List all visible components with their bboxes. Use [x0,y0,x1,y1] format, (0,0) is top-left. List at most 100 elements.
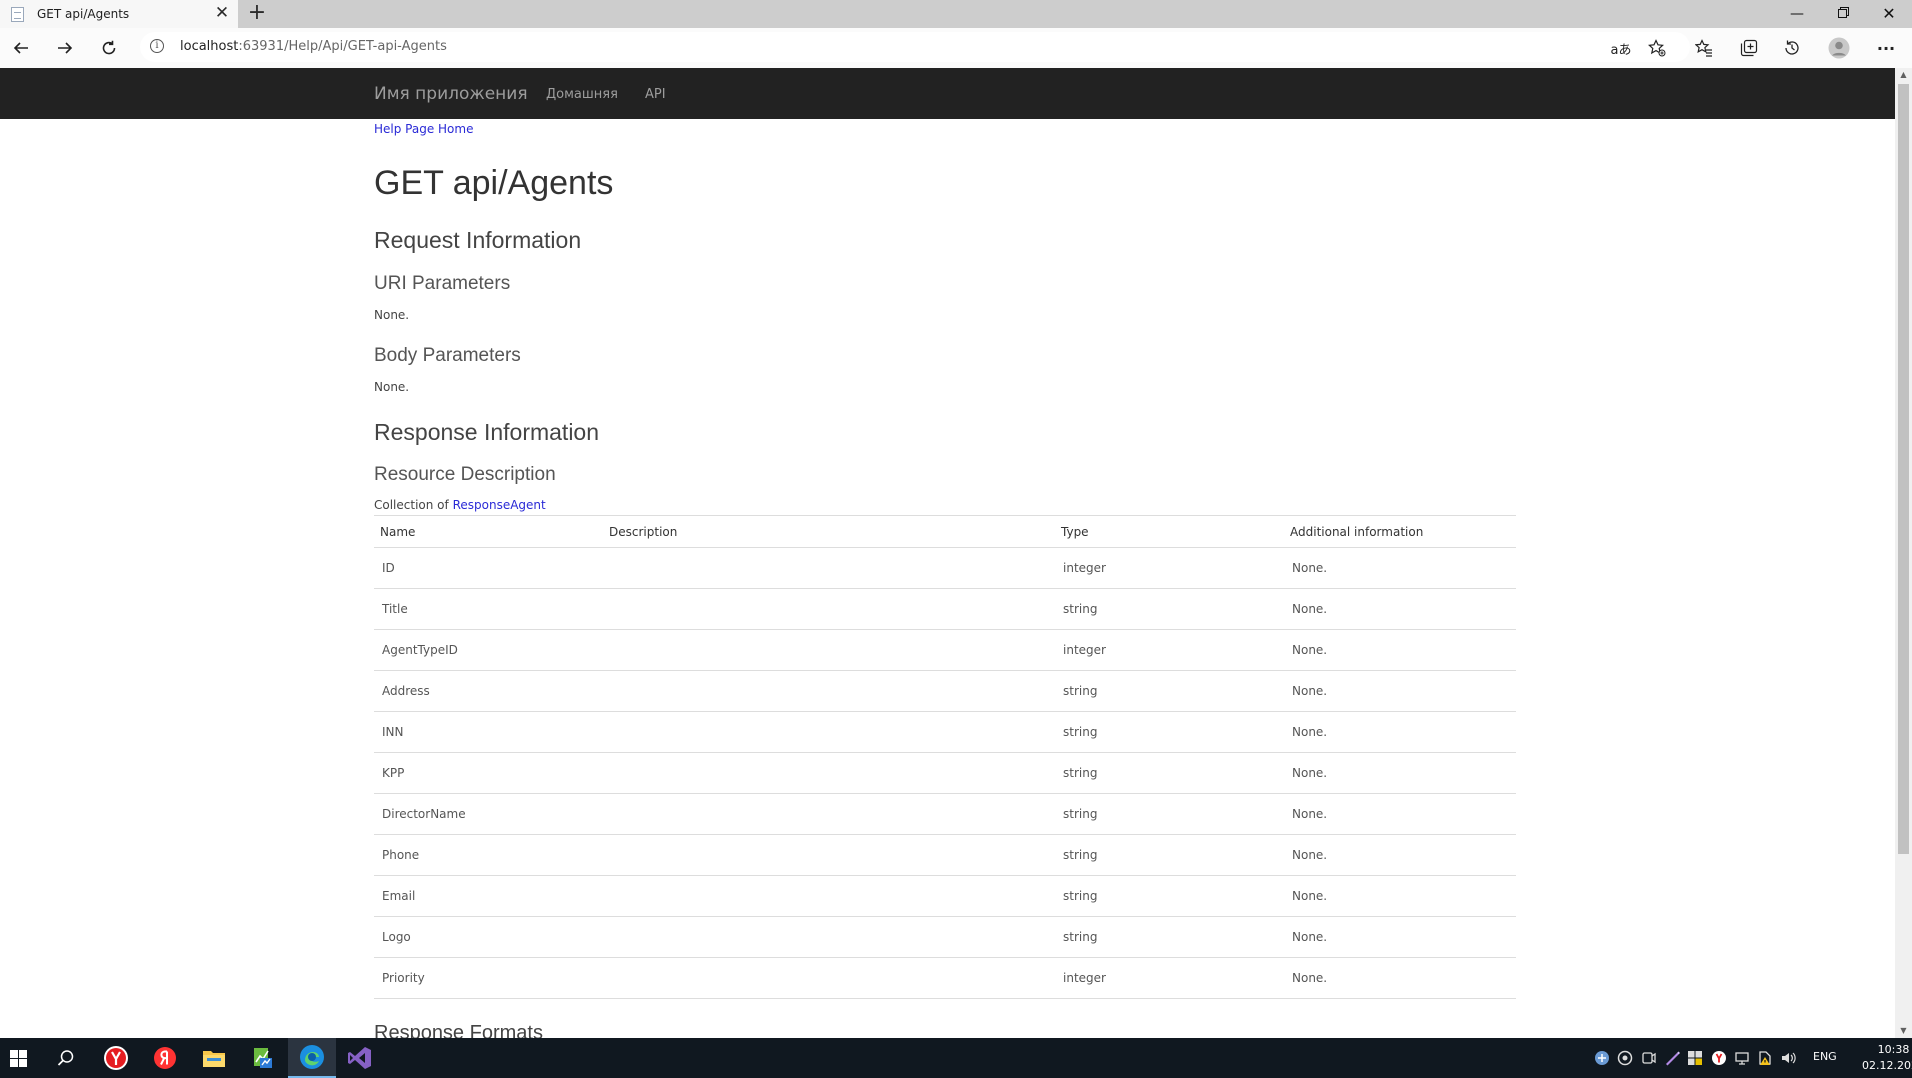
cell-description [603,793,1055,835]
collections-icon[interactable] [1731,28,1767,68]
more-menu-icon[interactable]: ··· [1868,28,1904,68]
edge-browser-icon[interactable] [288,1038,336,1078]
app-brand-link[interactable]: Имя приложения [374,84,528,104]
tab-title: GET api/Agents [37,7,130,21]
history-icon[interactable] [1774,28,1810,68]
help-page-home-link[interactable]: Help Page Home [374,122,473,136]
response-agent-link[interactable]: ResponseAgent [453,498,546,512]
tray-network-icon[interactable] [1733,1048,1751,1068]
table-row: Priority integer None. [374,957,1516,999]
cell-name: Phone [374,834,603,876]
body-parameters-value: None. [374,380,410,394]
cell-type: string [1055,875,1284,917]
cell-name: Email [374,875,603,917]
search-icon[interactable] [42,1038,90,1078]
cell-name: Title [374,588,603,630]
cell-name: DirectorName [374,793,603,835]
cell-type: integer [1055,629,1284,671]
cell-additional-information: None. [1284,916,1516,958]
cell-name: AgentTypeID [374,629,603,671]
cell-additional-information: None. [1284,547,1516,589]
cell-additional-information: None. [1284,629,1516,671]
site-info-icon[interactable]: i [150,39,164,53]
read-aloud-icon[interactable]: aあ [1603,28,1639,68]
scroll-up-arrow-icon[interactable]: ▲ [1895,68,1912,82]
tray-warning-icon[interactable] [1756,1048,1774,1068]
tray-volume-icon[interactable] [1779,1048,1797,1068]
restore-button[interactable] [1820,0,1866,28]
profile-avatar-icon[interactable] [1821,28,1857,68]
tray-sync-icon[interactable] [1616,1048,1634,1068]
task-manager-icon[interactable] [238,1038,286,1078]
address-bar[interactable]: i localhost:63931/Help/Api/GET-api-Agent… [140,32,1690,62]
file-explorer-icon[interactable] [190,1038,238,1078]
tray-yandex-icon[interactable] [1710,1048,1728,1068]
url-text[interactable]: localhost:63931/Help/Api/GET-api-Agents [180,39,447,54]
close-tab-icon[interactable]: ✕ [212,3,232,23]
yandex-browser-icon[interactable] [92,1038,140,1078]
cell-description [603,711,1055,753]
cell-type: string [1055,752,1284,794]
tray-meet-icon[interactable] [1640,1048,1658,1068]
windows-start-icon[interactable] [0,1038,42,1078]
cell-type: string [1055,670,1284,712]
favorites-icon[interactable] [1686,28,1722,68]
cell-type: integer [1055,957,1284,999]
collection-description: Collection of ResponseAgent [374,498,546,512]
column-header-type: Type [1055,515,1284,548]
resource-description-heading: Resource Description [374,464,556,485]
table-row: AgentTypeID integer None. [374,629,1516,671]
page-favicon-icon [11,7,24,22]
tray-language-indicator[interactable]: ENG [1813,1050,1837,1063]
cell-name: ID [374,547,603,589]
cell-description [603,957,1055,999]
response-information-heading: Response Information [374,419,600,445]
tray-app-icon[interactable] [1593,1048,1611,1068]
nav-link-api[interactable]: API [645,87,666,102]
refresh-button[interactable] [91,28,127,68]
cell-type: string [1055,834,1284,876]
column-header-additional-information: Additional information [1284,515,1516,548]
nav-link-home[interactable]: Домашняя [546,87,618,102]
yandex-app-icon[interactable] [141,1038,189,1078]
cell-description [603,588,1055,630]
browser-tab-strip: GET api/Agents ✕ + — ✕ [0,0,1912,28]
table-row: DirectorName string None. [374,793,1516,835]
cell-type: string [1055,916,1284,958]
table-row: Phone string None. [374,834,1516,876]
minimize-button[interactable]: — [1774,0,1820,28]
cell-name: Address [374,670,603,712]
scrollbar-thumb[interactable] [1898,84,1909,854]
table-row: Email string None. [374,875,1516,917]
browser-tab[interactable]: GET api/Agents ✕ [0,0,238,28]
cell-name: KPP [374,752,603,794]
forward-button[interactable] [47,28,83,68]
resource-description-table: Name Description Type Additional informa… [374,515,1516,999]
table-row: INN string None. [374,711,1516,753]
visual-studio-icon[interactable] [336,1038,384,1078]
scroll-down-arrow-icon[interactable]: ▼ [1895,1024,1912,1038]
column-header-name: Name [374,515,603,548]
taskbar-clock[interactable]: 10:38 02.12.2021 [1862,1042,1912,1074]
new-tab-button[interactable]: + [245,2,269,26]
cell-additional-information: None. [1284,711,1516,753]
windows-taskbar: ENG 10:38 02.12.2021 [0,1038,1912,1078]
back-button[interactable] [3,28,39,68]
collection-prefix: Collection of [374,498,449,512]
close-window-button[interactable]: ✕ [1866,0,1912,28]
cell-type: integer [1055,547,1284,589]
cell-name: INN [374,711,603,753]
cell-additional-information: None. [1284,957,1516,999]
table-row: KPP string None. [374,752,1516,794]
page-scrollbar[interactable]: ▲ ▼ [1895,68,1912,1038]
cell-type: string [1055,711,1284,753]
cell-type: string [1055,793,1284,835]
tray-pen-icon[interactable] [1663,1048,1681,1068]
clock-time: 10:38 [1877,1043,1910,1056]
cell-additional-information: None. [1284,588,1516,630]
add-favorite-icon[interactable] [1639,28,1675,68]
cell-description [603,629,1055,671]
uri-parameters-value: None. [374,308,410,322]
tray-security-icon[interactable] [1686,1048,1704,1068]
cell-additional-information: None. [1284,834,1516,876]
